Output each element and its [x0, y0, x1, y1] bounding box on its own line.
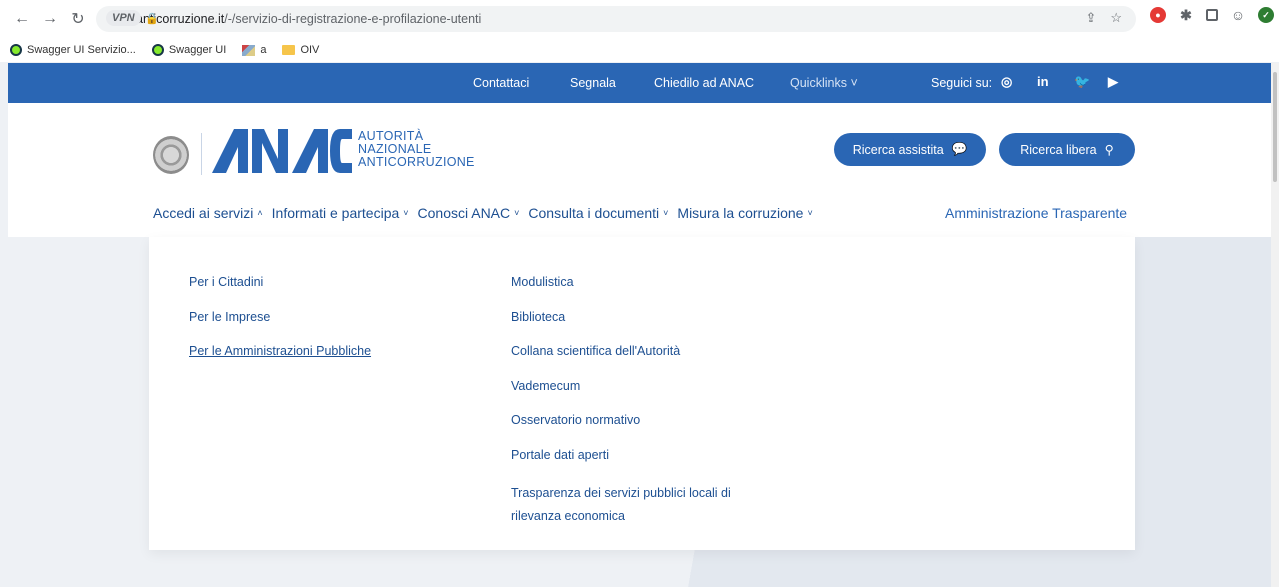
side-panel-icon[interactable] [1206, 9, 1218, 21]
address-bar[interactable]: anticorruzione.it /-/servizio-di-registr… [96, 6, 1136, 32]
logo-divider [201, 133, 202, 175]
lock-icon[interactable]: 🔒 [145, 12, 159, 25]
nav-accedi-servizi[interactable]: Accedi ai servizi ˄ [153, 205, 263, 221]
link-portale-dati-aperti[interactable]: Portale dati aperti [511, 448, 771, 483]
image-icon [242, 44, 256, 56]
share-icon[interactable]: ⇪ [1085, 10, 1096, 26]
extension-shield-icon[interactable]: ✓ [1258, 7, 1274, 23]
anac-logo[interactable] [212, 125, 352, 180]
bookmark-item[interactable]: Swagger UI Servizio... [10, 44, 136, 56]
swagger-icon [10, 44, 22, 56]
ricerca-libera-button[interactable]: Ricerca libera ⚲ [999, 133, 1135, 166]
url-path: /-/servizio-di-registrazione-e-profilazi… [224, 12, 482, 26]
logo-text: AUTORITÀ NAZIONALE ANTICORRUZIONE [358, 129, 475, 169]
topbar-quicklinks[interactable]: Quicklinks ˅ [790, 76, 858, 90]
bookmark-item[interactable]: Swagger UI [151, 44, 226, 56]
chevron-up-icon: ˄ [257, 208, 263, 218]
dropdown-column-resources: Modulistica Biblioteca Collana scientifi… [511, 275, 771, 528]
twitter-icon[interactable]: 🐦 [1074, 74, 1090, 90]
topbar-chiedilo[interactable]: Chiedilo ad ANAC [654, 76, 754, 90]
instagram-icon[interactable]: ◎ [1001, 74, 1012, 90]
chevron-down-icon: ˅ [663, 208, 669, 218]
forward-icon[interactable]: → [36, 5, 64, 33]
youtube-icon[interactable]: ▶ [1108, 74, 1118, 90]
bookmarks-bar: Swagger UI Servizio... Swagger UI a OIV [0, 38, 1279, 62]
folder-icon [282, 45, 296, 55]
chat-icon: 💬 [951, 142, 968, 156]
chevron-down-icon: ˅ [807, 208, 813, 218]
link-vademecum[interactable]: Vademecum [511, 379, 771, 414]
chevron-down-icon: ˅ [514, 208, 520, 218]
link-modulistica[interactable]: Modulistica [511, 275, 771, 310]
bookmark-star-icon[interactable]: ☆ [1110, 10, 1122, 26]
link-biblioteca[interactable]: Biblioteca [511, 310, 771, 345]
nav-consulta-documenti[interactable]: Consulta i documenti ˅ [528, 205, 668, 221]
dropdown-column-users: Per i Cittadini Per le Imprese Per le Am… [189, 275, 371, 379]
link-imprese[interactable]: Per le Imprese [189, 310, 371, 345]
nav-informati-partecipa[interactable]: Informati e partecipa ˅ [272, 205, 409, 221]
extension-adblock-icon[interactable]: ● [1150, 7, 1166, 23]
main-navigation: Accedi ai servizi ˄ Informati e partecipa… [153, 205, 822, 221]
chevron-down-icon: ˅ [850, 76, 858, 90]
extensions-puzzle-icon[interactable]: ✱ [1178, 7, 1194, 23]
nav-conosci-anac[interactable]: Conosci ANAC ˅ [418, 205, 520, 221]
site-topbar: Contattaci Segnala Chiedilo ad ANAC Quic… [8, 63, 1271, 103]
search-icon: ⚲ [1104, 143, 1114, 157]
scrollbar-thumb[interactable] [1273, 72, 1277, 182]
bookmark-item[interactable]: a [242, 44, 266, 56]
extensions-area: ● ✱ ☺ ✓ ⋮ [1150, 7, 1279, 23]
topbar-segnala[interactable]: Segnala [570, 76, 616, 90]
link-collana-scientifica[interactable]: Collana scientifica dell'Autorità [511, 344, 771, 379]
link-trasparenza-servizi[interactable]: Trasparenza dei servizi pubblici locali … [511, 482, 771, 528]
nav-misura-corruzione[interactable]: Misura la corruzione ˅ [677, 205, 812, 221]
bookmark-folder[interactable]: OIV [282, 44, 319, 56]
topbar-seguici: Seguici su: [931, 76, 993, 90]
link-osservatorio-normativo[interactable]: Osservatorio normativo [511, 413, 771, 448]
vpn-badge[interactable]: VPN [106, 10, 141, 26]
topbar-contattaci[interactable]: Contattaci [473, 76, 529, 90]
repubblica-emblem-icon [153, 136, 189, 174]
link-amministrazioni-pubbliche[interactable]: Per le Amministrazioni Pubbliche [189, 344, 371, 379]
back-icon[interactable]: ← [8, 5, 36, 33]
reload-icon[interactable]: ↻ [64, 5, 92, 33]
accedi-servizi-dropdown: Per i Cittadini Per le Imprese Per le Am… [149, 237, 1135, 550]
ricerca-assistita-button[interactable]: Ricerca assistita 💬 [834, 133, 986, 166]
site-header: AUTORITÀ NAZIONALE ANTICORRUZIONE Ricerc… [8, 103, 1271, 237]
linkedin-icon[interactable]: in [1037, 74, 1049, 89]
amministrazione-trasparente-link[interactable]: Amministrazione Trasparente [945, 205, 1127, 221]
link-cittadini[interactable]: Per i Cittadini [189, 275, 371, 310]
chevron-down-icon: ˅ [403, 208, 409, 218]
profile-icon[interactable]: ☺ [1230, 7, 1246, 23]
swagger-icon [151, 44, 164, 56]
